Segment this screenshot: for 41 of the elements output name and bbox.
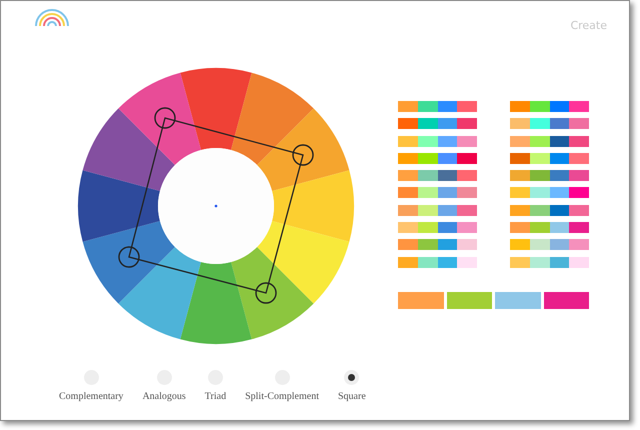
- color-wheel-segment[interactable]: [180, 262, 252, 344]
- color-palette[interactable]: [510, 187, 589, 198]
- center-dot-icon: [214, 204, 218, 208]
- color-wheel-segment[interactable]: [82, 108, 175, 191]
- color-wheel-segment[interactable]: [257, 221, 350, 304]
- color-palette[interactable]: [510, 239, 589, 250]
- color-wheel-segment[interactable]: [82, 221, 175, 304]
- color-wheel-segment[interactable]: [272, 170, 354, 242]
- color-palette[interactable]: [510, 101, 589, 112]
- color-wheel-segment[interactable]: [257, 108, 350, 191]
- color-palette[interactable]: [510, 118, 589, 130]
- square-outline[interactable]: [118, 107, 314, 304]
- scheme-label[interactable]: Complementary: [59, 391, 124, 402]
- scheme-label[interactable]: Triad: [204, 391, 226, 402]
- color-palette[interactable]: [510, 256, 589, 268]
- color-palette[interactable]: [510, 204, 589, 216]
- color-palette[interactable]: [510, 222, 589, 234]
- color-wheel-segment[interactable]: [78, 170, 160, 242]
- color-wheel-segment[interactable]: [231, 247, 314, 340]
- color-palette[interactable]: [398, 101, 477, 112]
- color-palette[interactable]: [398, 222, 477, 234]
- color-palette[interactable]: [398, 170, 477, 182]
- scheme-radio[interactable]: [344, 370, 360, 385]
- color-wheel-segment[interactable]: [118, 247, 201, 340]
- color-palette[interactable]: [398, 187, 477, 198]
- color-wheel-segment[interactable]: [180, 68, 252, 150]
- color-wheel-segment[interactable]: [231, 72, 314, 165]
- color-palette[interactable]: [398, 256, 477, 268]
- color-palette[interactable]: [510, 152, 589, 164]
- color-palette[interactable]: [510, 170, 589, 182]
- color-palette[interactable]: [398, 204, 477, 216]
- color-wheel-segment[interactable]: [118, 72, 201, 165]
- color-palette[interactable]: [398, 118, 477, 130]
- scheme-label[interactable]: Square: [338, 391, 366, 402]
- color-palette[interactable]: [398, 152, 477, 164]
- color-palette[interactable]: [510, 136, 589, 147]
- scheme-label[interactable]: Analogous: [142, 391, 186, 402]
- rainbow-logo-icon: [34, 8, 70, 26]
- color-palette[interactable]: [398, 239, 477, 250]
- scheme-label[interactable]: Split-Complement: [245, 391, 319, 402]
- color-palette[interactable]: [398, 136, 477, 147]
